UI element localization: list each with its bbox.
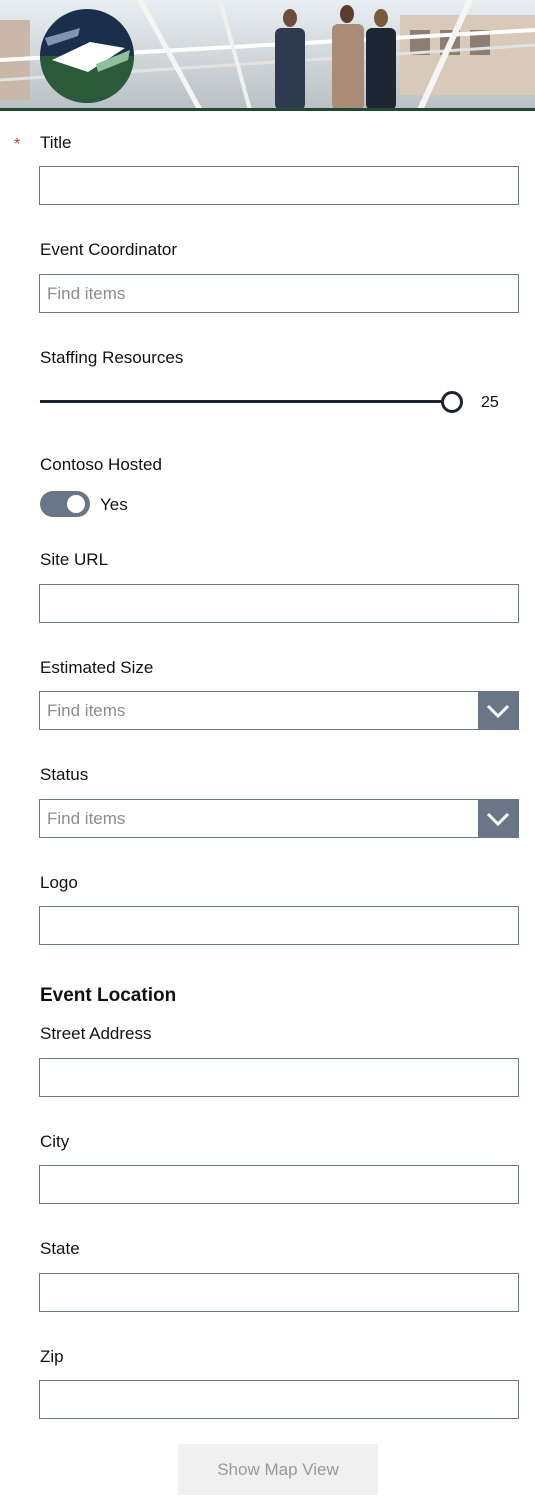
estimated-size-label: Estimated Size	[40, 658, 154, 677]
status-label: Status	[40, 765, 89, 784]
title-label: Title	[40, 133, 72, 152]
status-dropdown-button[interactable]	[478, 800, 518, 837]
site-url-input[interactable]	[40, 585, 518, 622]
show-map-view-button[interactable]: Show Map View	[178, 1444, 378, 1495]
logo-label: Logo	[40, 873, 78, 892]
city-field[interactable]	[39, 1165, 519, 1204]
chevron-down-icon	[486, 812, 510, 826]
toggle-knob	[67, 495, 85, 513]
staffing-slider-track[interactable]	[40, 400, 452, 403]
required-marker: *	[14, 136, 21, 153]
estimated-size-dropdown-button[interactable]	[478, 692, 518, 729]
state-input[interactable]	[40, 1274, 518, 1311]
estimated-size-dropdown[interactable]	[39, 691, 519, 730]
status-input[interactable]	[40, 800, 480, 837]
status-dropdown[interactable]	[39, 799, 519, 838]
city-input[interactable]	[40, 1166, 518, 1203]
staffing-slider-value: 25	[481, 394, 499, 411]
zip-field[interactable]	[39, 1380, 519, 1419]
street-address-input[interactable]	[40, 1059, 518, 1096]
zip-input[interactable]	[40, 1381, 518, 1418]
staffing-slider-thumb[interactable]	[441, 391, 463, 413]
site-url-label: Site URL	[40, 550, 109, 569]
logo-input[interactable]	[40, 907, 518, 944]
contoso-hosted-value: Yes	[100, 495, 128, 514]
street-address-label: Street Address	[40, 1024, 152, 1043]
event-coordinator-input[interactable]	[40, 275, 518, 312]
header-photo	[0, 0, 535, 110]
contoso-logo	[40, 9, 134, 103]
event-coordinator-field[interactable]	[39, 274, 519, 313]
contoso-hosted-label: Contoso Hosted	[40, 455, 162, 474]
event-location-heading: Event Location	[40, 985, 177, 1006]
header-banner	[0, 0, 535, 110]
state-field[interactable]	[39, 1273, 519, 1312]
event-coordinator-label: Event Coordinator	[40, 240, 178, 259]
header-rule	[0, 108, 535, 111]
city-label: City	[40, 1132, 70, 1151]
estimated-size-input[interactable]	[40, 692, 480, 729]
staffing-resources-label: Staffing Resources	[40, 348, 184, 367]
zip-label: Zip	[40, 1347, 64, 1366]
logo-field[interactable]	[39, 906, 519, 945]
site-url-field[interactable]	[39, 584, 519, 623]
state-label: State	[40, 1239, 80, 1258]
chevron-down-icon	[486, 704, 510, 718]
title-field[interactable]	[39, 166, 519, 205]
contoso-hosted-toggle[interactable]	[40, 491, 90, 517]
street-address-field[interactable]	[39, 1058, 519, 1097]
title-input[interactable]	[40, 167, 518, 204]
